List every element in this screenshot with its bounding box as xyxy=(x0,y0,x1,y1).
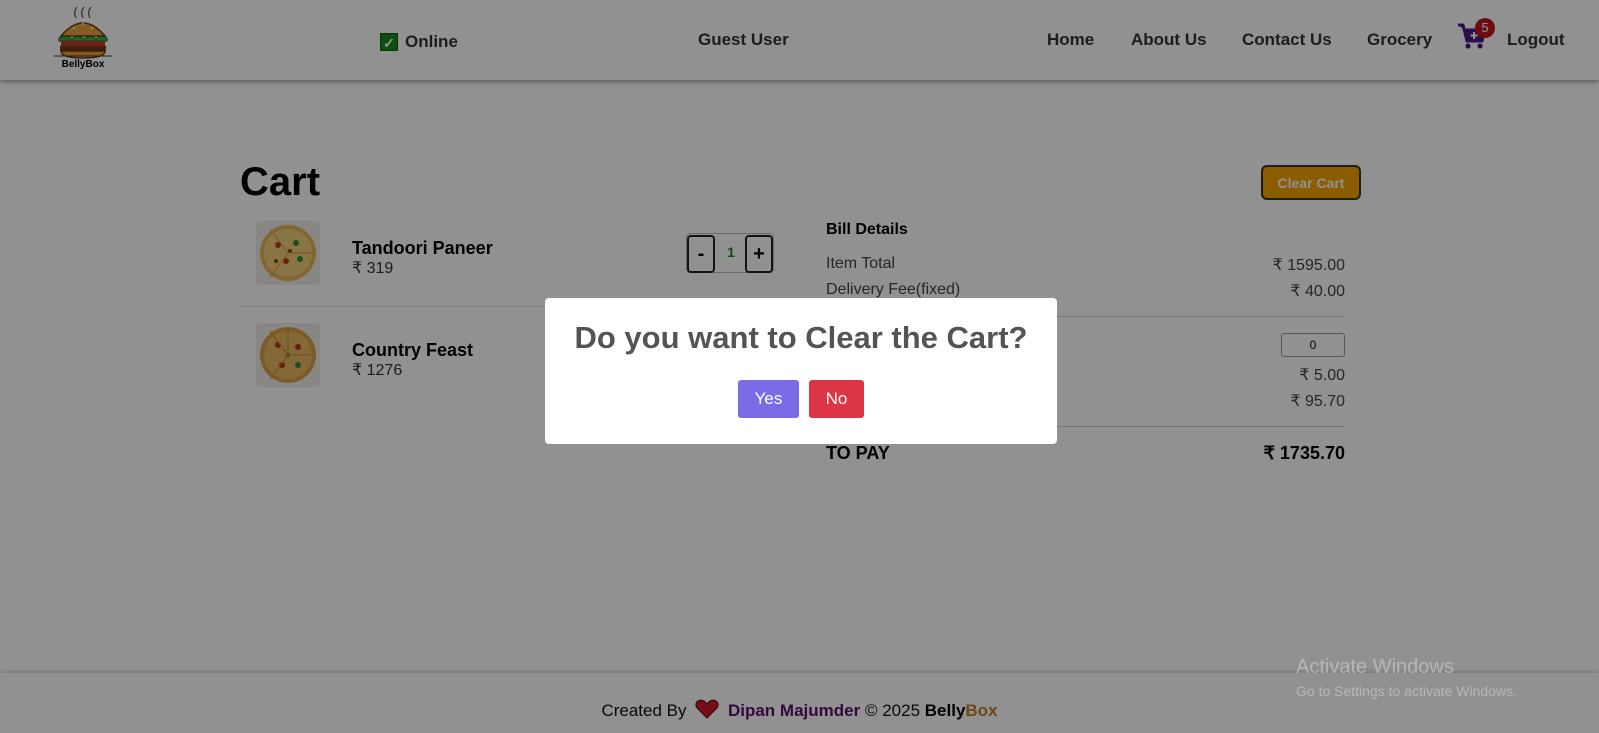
dialog-question: Do you want to Clear the Cart? xyxy=(574,320,1028,355)
watermark-title: Activate Windows xyxy=(1296,656,1454,678)
activate-windows-watermark: Activate Windows Go to Settings to activ… xyxy=(1296,656,1517,699)
yes-button[interactable]: Yes xyxy=(738,380,799,418)
confirm-dialog: Do you want to Clear the Cart? Yes No xyxy=(545,298,1057,444)
no-button[interactable]: No xyxy=(809,380,864,418)
watermark-subtitle: Go to Settings to activate Windows. xyxy=(1296,683,1517,699)
